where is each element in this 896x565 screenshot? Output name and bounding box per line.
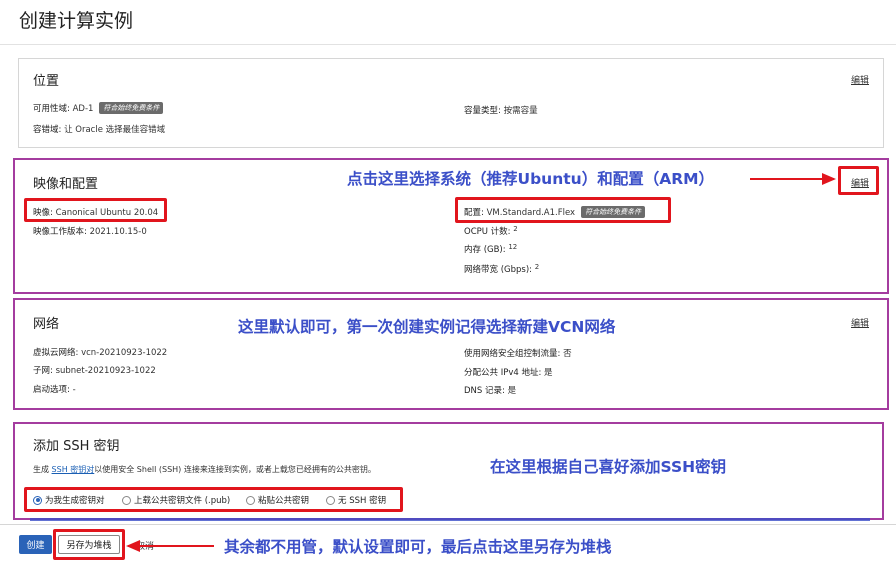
radio-unselected-icon [122, 495, 131, 505]
arrow-to-image-edit [750, 173, 836, 185]
public-ip: 分配公共 IPv4 地址: 是 [464, 368, 553, 378]
radio-unselected-icon [246, 495, 255, 505]
capacity-type: 容量类型: 按需容量 [464, 106, 538, 116]
network-bandwidth: 网络带宽 (Gbps): 2 [464, 263, 540, 275]
ssh-title: 添加 SSH 密钥 [33, 439, 120, 454]
network-edit-link[interactable]: 编辑 [851, 316, 869, 329]
radio-upload-public-key[interactable]: 上载公共密钥文件 (.pub) [122, 494, 230, 506]
launch-options: 启动选项: - [33, 385, 76, 395]
shape: 配置: VM.Standard.A1.Flex 符合始终免费条件 [464, 206, 646, 218]
vcn: 虚拟云网络: vcn-20210923-1022 [33, 348, 168, 358]
save-as-stack-button[interactable]: 另存为堆栈 [58, 535, 120, 554]
dns-record: DNS 记录: 是 [464, 386, 517, 396]
network-title: 网络 [33, 317, 60, 332]
nsg: 使用网络安全组控制流量: 否 [464, 349, 572, 359]
radio-generate-keypair[interactable]: 为我生成密钥对 [33, 494, 105, 506]
page-title: 创建计算实例 [19, 10, 134, 32]
arrow-to-save-stack [126, 540, 214, 552]
image-build: 映像工作版本: 2021.10.15-0 [33, 227, 147, 237]
subnet: 子网: subnet-20210923-1022 [33, 366, 156, 376]
ocpu-count: OCPU 计数: 2 [464, 225, 518, 237]
location-edit-link[interactable]: 编辑 [851, 73, 869, 86]
location-title: 位置 [33, 74, 60, 89]
fault-domain: 容错域: 让 Oracle 选择最佳容错域 [33, 125, 166, 135]
footer-divider [0, 524, 896, 525]
annotation-image: 点击这里选择系统（推荐Ubuntu）和配置（ARM） [347, 170, 715, 188]
memory: 内存 (GB): 12 [464, 243, 518, 255]
always-free-badge: 符合始终免费条件 [581, 206, 646, 218]
availability-domain: 可用性域: AD-1 符合始终免费条件 [33, 102, 164, 114]
title-divider [0, 44, 896, 45]
radio-paste-public-key[interactable]: 粘贴公共密钥 [246, 494, 309, 506]
always-free-badge: 符合始终免费条件 [99, 102, 164, 114]
ssh-description: 生成 SSH 密钥对以使用安全 Shell (SSH) 连接来连接到实例，或者上… [33, 465, 376, 474]
radio-unselected-icon [326, 495, 335, 505]
ssh-keypair-link[interactable]: SSH 密钥对 [52, 465, 95, 474]
image-name: 映像: Canonical Ubuntu 20.04 [33, 208, 159, 218]
annotation-footer: 其余都不用管，默认设置即可，最后点击这里另存为堆栈 [224, 538, 612, 556]
annotation-network: 这里默认即可，第一次创建实例记得选择新建VCN网络 [238, 318, 616, 336]
create-button[interactable]: 创建 [19, 535, 52, 554]
annotation-ssh: 在这里根据自己喜好添加SSH密钥 [490, 458, 727, 476]
image-title: 映像和配置 [33, 177, 99, 192]
image-edit-link[interactable]: 编辑 [851, 176, 869, 189]
section-divider [30, 518, 870, 521]
radio-selected-icon [33, 495, 42, 505]
radio-no-ssh-key[interactable]: 无 SSH 密钥 [326, 494, 386, 506]
